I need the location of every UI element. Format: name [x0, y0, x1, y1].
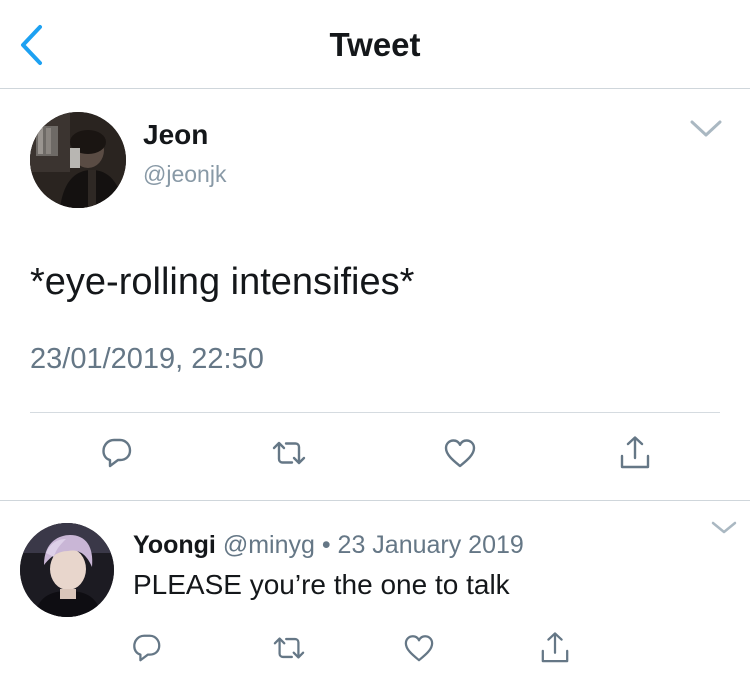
retweet-icon — [272, 441, 306, 465]
retweet-icon — [273, 637, 305, 659]
author-name[interactable]: Jeon — [143, 119, 208, 151]
reply-author-handle[interactable]: @minyg — [223, 531, 315, 559]
retweet-button[interactable] — [272, 631, 306, 665]
avatar[interactable] — [30, 112, 126, 208]
reply-icon — [133, 634, 161, 662]
avatar-image — [20, 523, 114, 617]
share-button[interactable] — [617, 435, 653, 471]
like-button[interactable] — [402, 631, 436, 665]
reply-options-button[interactable] — [710, 519, 738, 537]
divider — [30, 412, 720, 413]
reply-header: Yoongi @minyg • 23 January 2019 — [133, 531, 524, 560]
meta-separator: • — [314, 531, 338, 559]
tweet-timestamp: 23/01/2019, 22:50 — [30, 343, 264, 375]
share-button[interactable] — [538, 631, 572, 665]
like-button[interactable] — [442, 435, 478, 471]
author-handle[interactable]: @jeonjk — [143, 161, 226, 188]
reply-button[interactable] — [99, 435, 135, 471]
reply-date: 23 January 2019 — [337, 531, 524, 559]
tweet-options-button[interactable] — [688, 117, 724, 141]
navigation-header: Tweet — [0, 0, 750, 89]
tweet-text: *eye-rolling intensifies* — [30, 261, 415, 303]
like-icon — [444, 439, 476, 468]
reply-button[interactable] — [130, 631, 164, 665]
page-title: Tweet — [329, 26, 421, 63]
reply-tweet[interactable]: Yoongi @minyg • 23 January 2019 PLEASE y… — [0, 501, 750, 691]
share-icon — [620, 436, 650, 469]
main-tweet: Jeon @jeonjk *eye-rolling intensifies* 2… — [0, 89, 750, 501]
reply-text: PLEASE you’re the one to talk — [133, 569, 510, 600]
avatar-image — [30, 112, 126, 208]
like-icon — [404, 635, 434, 662]
avatar[interactable] — [20, 523, 114, 617]
chevron-down-icon — [711, 521, 737, 534]
reply-icon — [102, 438, 132, 468]
chevron-down-icon — [690, 120, 722, 137]
reply-author-name[interactable]: Yoongi — [133, 531, 216, 559]
retweet-button[interactable] — [271, 435, 307, 471]
share-icon — [541, 632, 569, 663]
